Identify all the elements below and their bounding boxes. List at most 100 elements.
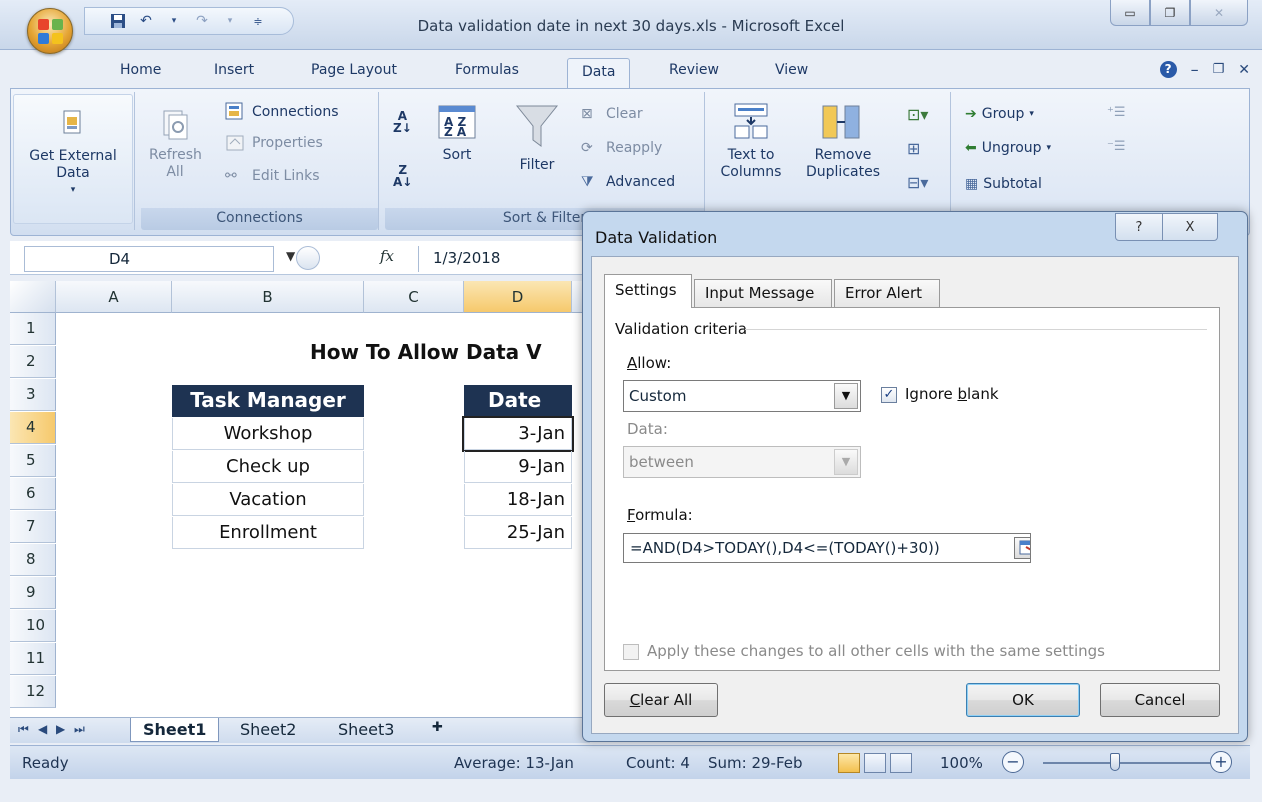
column-header-b[interactable]: B [172,281,364,313]
task-cell[interactable]: Enrollment [172,517,364,549]
row-header[interactable]: 1 [10,313,56,345]
sheet-tab-sheet3[interactable]: Sheet3 [326,718,406,742]
date-cell[interactable]: 18-Jan [464,484,572,516]
row-header[interactable]: 3 [10,379,56,411]
date-cell[interactable]: 25-Jan [464,517,572,549]
zoom-in-icon[interactable]: + [1210,751,1232,773]
ribbon-minimize-icon[interactable]: – [1191,60,1199,79]
name-box-dropdown-icon[interactable]: ▼ [286,249,295,263]
subtotal-button[interactable]: ▦ Subtotal [965,176,1042,193]
dialog-close-button[interactable]: X [1162,213,1218,241]
tab-settings[interactable]: Settings [604,274,692,308]
column-header-c[interactable]: C [364,281,464,313]
allow-dropdown[interactable]: Custom ▼ [623,380,861,412]
ungroup-button[interactable]: ⬅ Ungroup ▾ [965,140,1051,157]
tab-input-message[interactable]: Input Message [694,279,832,307]
group-button[interactable]: ➔ Group ▾ [965,106,1034,123]
row-header[interactable]: 8 [10,544,56,576]
minimize-button[interactable]: ▭ [1110,0,1150,26]
task-cell[interactable]: Workshop [172,418,364,450]
get-external-data-button[interactable]: Get External Data ▾ [13,94,133,224]
cancel-button[interactable]: Cancel [1100,683,1220,717]
sort-za-button[interactable]: Z A↓ [393,164,412,188]
sheet-tab-sheet1[interactable]: Sheet1 [130,718,220,742]
tab-insert[interactable]: Insert [214,62,254,78]
next-sheet-icon[interactable]: ▶ [56,722,65,736]
formula-field[interactable]: =AND(D4>TODAY(),D4<=(TODAY()+30)) [623,533,1031,563]
zoom-out-icon[interactable]: − [1002,751,1024,773]
date-cell[interactable]: 9-Jan [464,451,572,483]
column-header-d[interactable]: D [464,281,572,313]
tab-view[interactable]: View [775,62,808,78]
filter-button[interactable]: Filter [505,102,569,174]
show-detail-button[interactable]: ⁺☰ [1107,104,1126,121]
collapse-dialog-button[interactable] [1014,537,1030,559]
maximize-button[interactable]: ❐ [1150,0,1190,26]
task-cell[interactable]: Vacation [172,484,364,516]
edit-links-button[interactable]: ⚯ Edit Links [225,168,320,185]
name-box-splitter[interactable] [296,246,320,270]
row-header[interactable]: 11 [10,643,56,675]
task-cell[interactable]: Check up [172,451,364,483]
dialog-help-button[interactable]: ? [1115,213,1163,241]
task-manager-header[interactable]: Task Manager [172,385,364,417]
tab-error-alert[interactable]: Error Alert [834,279,940,307]
formula-input[interactable]: 1/3/2018 [418,246,608,272]
tab-formulas[interactable]: Formulas [455,62,519,78]
select-all-corner[interactable] [10,281,56,313]
data-validation-button[interactable]: ⊡▾ [907,106,928,123]
what-if-button[interactable]: ⊟▾ [907,174,928,191]
hide-detail-button[interactable]: ⁻☰ [1107,138,1126,155]
office-button[interactable] [27,8,73,54]
name-box[interactable]: D4 [24,246,274,272]
tab-page-layout[interactable]: Page Layout [311,62,397,78]
zoom-level[interactable]: 100% [940,754,983,772]
row-header[interactable]: 2 [10,346,56,378]
data-validation-icon: ⊡▾ [907,105,929,124]
ignore-blank-checkbox[interactable]: ✓ [881,387,897,403]
page-break-view-icon[interactable] [890,753,912,773]
first-sheet-icon[interactable]: ⏮ [18,722,29,737]
insert-sheet-icon[interactable]: ✚ [420,718,455,742]
workbook-close-icon[interactable]: ✕ [1238,62,1250,78]
row-header[interactable]: 4 [10,412,56,444]
zoom-slider-thumb[interactable] [1110,753,1120,771]
reapply-button[interactable]: ⟳ Reapply [581,140,662,157]
advanced-button[interactable]: ⧩ Advanced [581,174,675,191]
sort-az-button[interactable]: A Z↓ [393,110,412,134]
row-header[interactable]: 6 [10,478,56,510]
sheet-tab-sheet2[interactable]: Sheet2 [228,718,308,742]
ignore-blank-label[interactable]: Ignore blank [905,385,999,403]
column-header-a[interactable]: A [56,281,172,313]
remove-duplicates-button[interactable]: Remove Duplicates [797,102,889,181]
tab-data[interactable]: Data [567,58,631,89]
workbook-restore-icon[interactable]: ❐ [1213,62,1225,77]
ok-button[interactable]: OK [966,683,1080,717]
allow-dropdown-arrow-icon[interactable]: ▼ [834,383,858,409]
row-header[interactable]: 10 [10,610,56,642]
consolidate-button[interactable]: ⊞ [907,140,920,157]
sort-button[interactable]: A ZZ A Sort [427,102,487,164]
row-header[interactable]: 9 [10,577,56,609]
date-header[interactable]: Date [464,385,572,417]
connections-button[interactable]: Connections [225,102,339,122]
clear-button[interactable]: ⊠ Clear [581,106,643,123]
zoom-slider[interactable] [1043,762,1223,764]
normal-view-icon[interactable] [838,753,860,773]
insert-function-icon[interactable]: fx [380,247,394,265]
last-sheet-icon[interactable]: ⏭ [74,722,85,737]
clear-all-button[interactable]: Clear All [604,683,718,717]
tab-review[interactable]: Review [669,62,719,78]
row-header[interactable]: 12 [10,676,56,708]
help-icon[interactable]: ? [1159,61,1177,78]
page-layout-view-icon[interactable] [864,753,886,773]
refresh-all-button[interactable]: Refresh All [149,108,202,181]
row-header[interactable]: 5 [10,445,56,477]
row-header[interactable]: 7 [10,511,56,543]
tab-home[interactable]: Home [120,62,161,78]
text-to-columns-button[interactable]: Text to Columns [713,102,789,181]
properties-button[interactable]: Properties [225,134,323,152]
date-cell[interactable]: 3-Jan [462,416,574,452]
prev-sheet-icon[interactable]: ◀ [38,722,47,736]
close-button[interactable]: ✕ [1190,0,1248,26]
